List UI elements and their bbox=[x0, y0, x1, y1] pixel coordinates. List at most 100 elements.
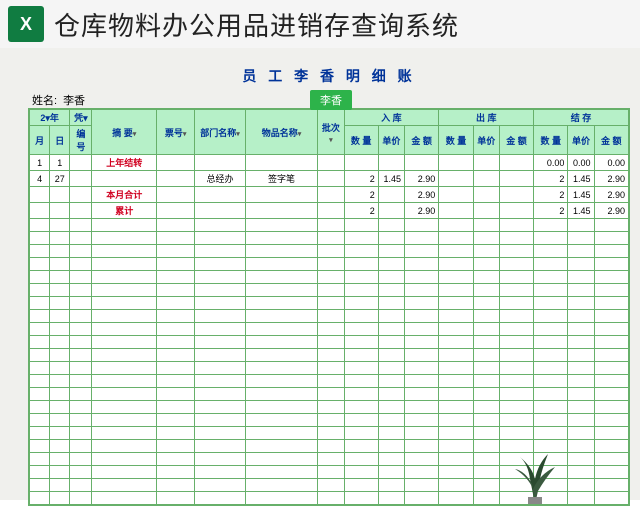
cell-empty[interactable] bbox=[30, 466, 50, 479]
cell-empty[interactable] bbox=[50, 349, 70, 362]
cell-empty[interactable] bbox=[534, 349, 568, 362]
cell-bp[interactable]: 1.45 bbox=[568, 187, 594, 203]
cell-empty[interactable] bbox=[499, 492, 533, 505]
cell-empty[interactable] bbox=[405, 466, 439, 479]
cell-empty[interactable] bbox=[195, 427, 245, 440]
cell-empty[interactable] bbox=[50, 453, 70, 466]
cell-empty[interactable] bbox=[534, 492, 568, 505]
cell-empty[interactable] bbox=[439, 440, 473, 453]
cell-empty[interactable] bbox=[594, 440, 628, 453]
cell-empty[interactable] bbox=[534, 466, 568, 479]
cell-empty[interactable] bbox=[594, 336, 628, 349]
cell-empty[interactable] bbox=[534, 440, 568, 453]
cell-empty[interactable] bbox=[30, 336, 50, 349]
cell-m[interactable]: 4 bbox=[30, 171, 50, 187]
cell-empty[interactable] bbox=[245, 479, 318, 492]
cell-empty[interactable] bbox=[30, 362, 50, 375]
cell-empty[interactable] bbox=[473, 362, 499, 375]
cell-oa[interactable] bbox=[499, 187, 533, 203]
cell-empty[interactable] bbox=[344, 453, 378, 466]
cell-empty[interactable] bbox=[318, 245, 344, 258]
cell-empty[interactable] bbox=[318, 453, 344, 466]
cell-empty[interactable] bbox=[568, 362, 594, 375]
cell-empty[interactable] bbox=[473, 310, 499, 323]
cell-empty[interactable] bbox=[195, 271, 245, 284]
cell-empty[interactable] bbox=[157, 466, 195, 479]
cell-empty[interactable] bbox=[439, 401, 473, 414]
cell-empty[interactable] bbox=[594, 219, 628, 232]
cell-empty[interactable] bbox=[30, 232, 50, 245]
cell-empty[interactable] bbox=[439, 271, 473, 284]
cell-empty[interactable] bbox=[92, 388, 157, 401]
cell-empty[interactable] bbox=[378, 388, 404, 401]
cell-dept[interactable] bbox=[195, 203, 245, 219]
cell-ia[interactable]: 2.90 bbox=[405, 171, 439, 187]
cell-empty[interactable] bbox=[405, 401, 439, 414]
cell-empty[interactable] bbox=[318, 336, 344, 349]
cell-ia[interactable]: 2.90 bbox=[405, 203, 439, 219]
cell-empty[interactable] bbox=[70, 258, 92, 271]
cell-empty[interactable] bbox=[405, 271, 439, 284]
cell-bat[interactable] bbox=[318, 171, 344, 187]
cell-bp[interactable]: 1.45 bbox=[568, 171, 594, 187]
cell-empty[interactable] bbox=[157, 271, 195, 284]
cell-empty[interactable] bbox=[195, 232, 245, 245]
cell-pn[interactable] bbox=[157, 203, 195, 219]
cell-item[interactable] bbox=[245, 187, 318, 203]
cell-empty[interactable] bbox=[499, 219, 533, 232]
cell-empty[interactable] bbox=[70, 375, 92, 388]
cell-empty[interactable] bbox=[50, 310, 70, 323]
table-row[interactable] bbox=[30, 466, 629, 479]
cell-bp[interactable]: 1.45 bbox=[568, 203, 594, 219]
cell-empty[interactable] bbox=[318, 440, 344, 453]
table-row[interactable] bbox=[30, 401, 629, 414]
cell-empty[interactable] bbox=[378, 219, 404, 232]
cell-desc[interactable]: 本月合计 bbox=[92, 187, 157, 203]
cell-empty[interactable] bbox=[30, 310, 50, 323]
cell-empty[interactable] bbox=[50, 479, 70, 492]
cell-empty[interactable] bbox=[344, 310, 378, 323]
table-row[interactable] bbox=[30, 453, 629, 466]
hdr-day[interactable]: 日 bbox=[50, 126, 70, 155]
cell-empty[interactable] bbox=[594, 427, 628, 440]
cell-empty[interactable] bbox=[499, 440, 533, 453]
table-row[interactable] bbox=[30, 440, 629, 453]
cell-desc[interactable] bbox=[92, 171, 157, 187]
cell-empty[interactable] bbox=[195, 401, 245, 414]
cell-d[interactable]: 27 bbox=[50, 171, 70, 187]
cell-empty[interactable] bbox=[92, 414, 157, 427]
table-row[interactable] bbox=[30, 336, 629, 349]
cell-oq[interactable] bbox=[439, 155, 473, 171]
table-row[interactable] bbox=[30, 375, 629, 388]
cell-empty[interactable] bbox=[157, 232, 195, 245]
cell-empty[interactable] bbox=[50, 440, 70, 453]
cell-empty[interactable] bbox=[378, 271, 404, 284]
cell-empty[interactable] bbox=[92, 232, 157, 245]
cell-ba[interactable]: 2.90 bbox=[594, 203, 628, 219]
cell-empty[interactable] bbox=[534, 375, 568, 388]
cell-empty[interactable] bbox=[568, 453, 594, 466]
cell-empty[interactable] bbox=[405, 258, 439, 271]
cell-empty[interactable] bbox=[245, 440, 318, 453]
cell-empty[interactable] bbox=[30, 492, 50, 505]
cell-empty[interactable] bbox=[594, 232, 628, 245]
cell-empty[interactable] bbox=[378, 362, 404, 375]
cell-empty[interactable] bbox=[534, 414, 568, 427]
cell-dept[interactable] bbox=[195, 187, 245, 203]
cell-dept[interactable] bbox=[195, 155, 245, 171]
cell-empty[interactable] bbox=[245, 232, 318, 245]
cell-empty[interactable] bbox=[195, 323, 245, 336]
cell-empty[interactable] bbox=[344, 284, 378, 297]
cell-empty[interactable] bbox=[50, 258, 70, 271]
cell-empty[interactable] bbox=[405, 492, 439, 505]
cell-empty[interactable] bbox=[70, 219, 92, 232]
table-row[interactable] bbox=[30, 323, 629, 336]
cell-empty[interactable] bbox=[499, 258, 533, 271]
cell-op[interactable] bbox=[473, 187, 499, 203]
cell-empty[interactable] bbox=[344, 219, 378, 232]
cell-desc[interactable]: 累计 bbox=[92, 203, 157, 219]
cell-empty[interactable] bbox=[594, 362, 628, 375]
cell-ip[interactable]: 1.45 bbox=[378, 171, 404, 187]
cell-empty[interactable] bbox=[568, 492, 594, 505]
cell-empty[interactable] bbox=[473, 401, 499, 414]
